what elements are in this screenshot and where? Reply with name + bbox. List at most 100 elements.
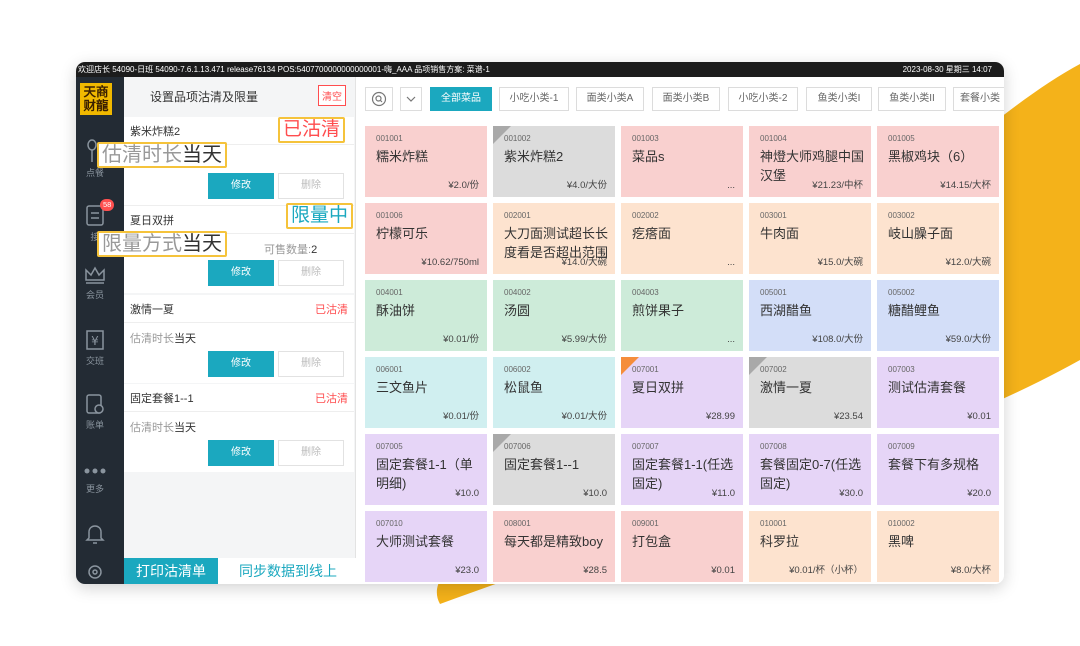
dish-code: 001003	[632, 134, 659, 143]
tab-category[interactable]: 鱼类小类I	[806, 87, 872, 111]
dish-tile[interactable]: 006002 松鼠鱼 ¥0.01/大份	[493, 357, 615, 428]
dish-name: 菜品s	[632, 149, 665, 164]
dish-price: ¥4.0/大份	[566, 180, 607, 191]
chevron-down-icon	[406, 96, 416, 102]
tab-category[interactable]: 小吃小类-2	[728, 87, 798, 111]
delete-button[interactable]: 删除	[278, 351, 344, 377]
dish-tile[interactable]: 007006 固定套餐1--1 ¥10.0	[493, 434, 615, 505]
dish-code: 007007	[632, 442, 659, 451]
dish-tile[interactable]: 002001 大刀面测试超长长度看是否超出范围 ¥14.0/大碗	[493, 203, 615, 274]
callout-duration: 估清时长当天	[97, 142, 227, 168]
card-duration: 估清时长当天	[130, 330, 196, 346]
tab-category[interactable]: 面类小类A	[576, 87, 644, 111]
clear-button[interactable]: 清空	[318, 85, 346, 106]
order-count-badge: 58	[100, 199, 115, 211]
dish-tile[interactable]: 004003 煎饼果子...	[621, 280, 743, 351]
edit-button[interactable]: 修改	[208, 440, 274, 466]
dish-tile[interactable]: 007010 大师测试套餐 ¥23.0	[365, 511, 487, 582]
sidebar-item-more[interactable]: 更多	[76, 463, 114, 495]
dish-name: 每天都是精致boy	[504, 534, 603, 549]
dish-tile[interactable]: 007003 测试估清套餐 ¥0.01	[877, 357, 999, 428]
tab-category[interactable]: 小吃小类-1	[499, 87, 569, 111]
dish-price: ¥0.01	[967, 411, 991, 422]
print-soldout-button[interactable]: 打印沽清单	[124, 558, 218, 584]
search-button[interactable]	[365, 87, 393, 111]
soldout-card: 激情一夏 已沽清 估清时长当天 修改 删除	[124, 295, 354, 383]
dish-price: ¥0.01/份	[443, 334, 479, 345]
dish-name: 牛肉面	[760, 226, 800, 241]
dish-tile[interactable]: 007001 夏日双拼 ¥28.99	[621, 357, 743, 428]
dish-code: 008001	[504, 519, 531, 528]
sidebar-item-label: 账单	[85, 420, 104, 430]
edit-button[interactable]: 修改	[208, 173, 274, 199]
dish-price: ...	[727, 257, 735, 268]
delete-button[interactable]: 删除	[278, 440, 344, 466]
dish-tile[interactable]: 003001 牛肉面 ¥15.0/大碗	[749, 203, 871, 274]
dish-name: 柠檬可乐	[376, 226, 429, 241]
dish-tile[interactable]: 007009 套餐下有多规格 ¥20.0	[877, 434, 999, 505]
dish-price: ¥14.15/大杯	[940, 180, 991, 191]
delete-button[interactable]: 删除	[278, 260, 344, 286]
pos-window: 欢迎店长 54090-日班 54090-7.6.1.13.471 release…	[76, 62, 1004, 584]
dish-tile[interactable]: 001003 菜品s...	[621, 126, 743, 197]
dish-tile[interactable]: 005001 西湖醋鱼 ¥108.0/大份	[749, 280, 871, 351]
tab-category[interactable]: 套餐小类	[953, 87, 1004, 111]
dish-name: 疙瘩面	[632, 226, 672, 241]
tab-category[interactable]: 鱼类小类II	[878, 87, 946, 111]
category-dropdown[interactable]	[400, 87, 422, 111]
dish-tile[interactable]: 004002 汤圆 ¥5.99/大份	[493, 280, 615, 351]
dish-tile[interactable]: 005002 糖醋鲤鱼 ¥59.0/大份	[877, 280, 999, 351]
card-item-name: 固定套餐1--1	[130, 393, 194, 405]
svg-text:¥: ¥	[91, 334, 99, 348]
dish-tile[interactable]: 004001 酥油饼 ¥0.01/份	[365, 280, 487, 351]
tab-category[interactable]: 面类小类B	[652, 87, 720, 111]
tab-all-dishes[interactable]: 全部菜品	[430, 87, 492, 111]
soldout-tag: 已沽清	[315, 393, 348, 405]
dish-code: 010001	[760, 519, 787, 528]
dish-tile[interactable]: 007002 激情一夏 ¥23.54	[749, 357, 871, 428]
dish-tile[interactable]: 010002 黑啤 ¥8.0/大杯	[877, 511, 999, 582]
edit-button[interactable]: 修改	[208, 260, 274, 286]
status-info: 欢迎店长 54090-日班 54090-7.6.1.13.471 release…	[78, 65, 490, 74]
sidebar-item-settings[interactable]	[76, 563, 114, 584]
settings-icon	[88, 565, 102, 579]
dish-code: 006001	[376, 365, 403, 374]
sync-online-button[interactable]: 同步数据到线上	[220, 558, 356, 584]
card-item-name: 夏日双拼	[130, 215, 174, 227]
dish-code: 007009	[888, 442, 915, 451]
dish-price: ¥28.99	[705, 411, 735, 422]
sidebar-item-shift[interactable]: ¥ 交班	[76, 329, 114, 367]
soldout-tag: 已沽清	[315, 304, 348, 316]
dish-tile[interactable]: 007007 固定套餐1-1(任选固定) ¥11.0	[621, 434, 743, 505]
dish-tile[interactable]: 002002 疙瘩面...	[621, 203, 743, 274]
sidebar-item-notifications[interactable]	[76, 523, 114, 548]
dish-code: 004003	[632, 288, 659, 297]
dish-code: 001002	[504, 134, 531, 143]
dish-code: 002001	[504, 211, 531, 220]
dish-price: ¥8.0/大杯	[950, 565, 991, 576]
sidebar-item-bill[interactable]: 账单	[76, 393, 114, 431]
edit-button[interactable]: 修改	[208, 351, 274, 377]
dish-tile[interactable]: 006001 三文鱼片 ¥0.01/份	[365, 357, 487, 428]
dish-tile[interactable]: 007008 套餐固定0-7(任选固定) ¥30.0	[749, 434, 871, 505]
dish-tile[interactable]: 008001 每天都是精致boy ¥28.5	[493, 511, 615, 582]
dish-name: 夏日双拼	[632, 380, 685, 395]
dish-tile[interactable]: 001006 柠檬可乐 ¥10.62/750ml	[365, 203, 487, 274]
dish-price: ¥0.01/份	[443, 411, 479, 422]
callout-limited-text: 限量中	[291, 205, 349, 226]
dish-code: 001006	[376, 211, 403, 220]
delete-button[interactable]: 删除	[278, 173, 344, 199]
dish-tile[interactable]: 001001 糯米炸糕 ¥2.0/份	[365, 126, 487, 197]
sidebar-item-label: 更多	[85, 484, 104, 494]
dish-name: 糯米炸糕	[376, 149, 429, 164]
dish-tile[interactable]: 007005 固定套餐1-1（单明细) ¥10.0	[365, 434, 487, 505]
dish-tile[interactable]: 001002 紫米炸糕2 ¥4.0/大份	[493, 126, 615, 197]
dish-tile[interactable]: 001004 神燈大师鸡腿中国汉堡 ¥21.23/中杯	[749, 126, 871, 197]
sidebar-item-member[interactable]: 会员	[76, 265, 114, 301]
dish-tile[interactable]: 009001 打包盒 ¥0.01	[621, 511, 743, 582]
dish-tile[interactable]: 001005 黑椒鸡块（6） ¥14.15/大杯	[877, 126, 999, 197]
dish-name: 黑椒鸡块（6）	[888, 149, 974, 164]
dish-tile[interactable]: 003002 岐山臊子面 ¥12.0/大碗	[877, 203, 999, 274]
card-duration: 估清时长当天	[130, 419, 196, 435]
dish-tile[interactable]: 010001 科罗拉 ¥0.01/杯（小杯）	[749, 511, 871, 582]
